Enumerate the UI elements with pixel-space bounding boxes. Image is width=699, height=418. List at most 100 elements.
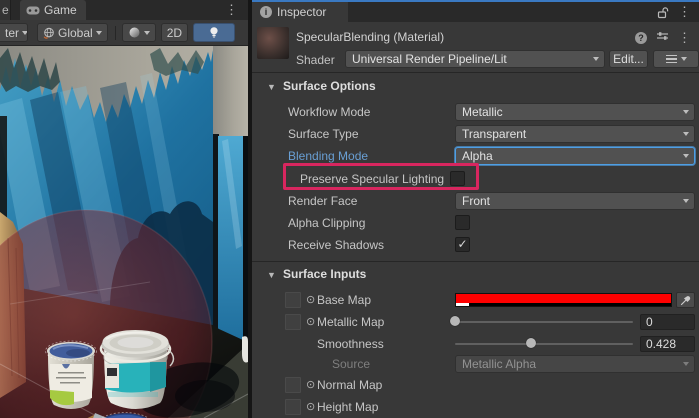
globe-icon — [43, 27, 55, 39]
help-icon[interactable]: ? — [635, 32, 647, 44]
game-viewport[interactable] — [0, 46, 248, 418]
slider-track — [455, 343, 633, 345]
surface-options-foldout[interactable]: ▼ — [267, 82, 276, 92]
shader-dropdown[interactable]: Universal Render Pipeline/Lit — [345, 50, 605, 68]
metallic-map-texture-slot[interactable] — [285, 314, 301, 330]
dropdown-caret-icon — [683, 199, 689, 203]
chevron-down-icon — [681, 57, 687, 61]
material-title: SpecularBlending (Material) — [296, 30, 444, 44]
gamepad-icon — [26, 6, 40, 15]
dropdown-caret-icon — [593, 57, 599, 61]
height-map-label: Height Map — [317, 397, 378, 417]
pivot-mode-label: ter — [5, 26, 19, 40]
tab-game-label: Game — [44, 3, 77, 17]
height-map-texture-slot[interactable] — [285, 399, 301, 415]
preserve-specular-checkbox[interactable] — [450, 171, 465, 186]
pivot-mode-button[interactable]: ter — [0, 23, 28, 42]
metallic-slider[interactable] — [455, 312, 633, 332]
texture-picker-icon[interactable]: ⊙ — [306, 375, 315, 395]
smoothness-value-field[interactable]: 0.428 — [640, 336, 695, 352]
orientation-button[interactable]: Global — [37, 23, 108, 42]
surface-inputs-foldout[interactable]: ▼ — [267, 270, 276, 280]
lock-icon[interactable] — [656, 6, 669, 22]
slider-handle[interactable] — [526, 338, 536, 348]
workflow-mode-dropdown[interactable]: Metallic — [455, 103, 695, 121]
slider-track — [455, 321, 633, 323]
texture-picker-icon[interactable]: ⊙ — [306, 397, 315, 417]
source-label: Source — [332, 354, 370, 374]
toolbar-separator — [115, 26, 116, 40]
blending-mode-dropdown[interactable]: Alpha — [455, 147, 695, 165]
alpha-value-bar — [456, 303, 469, 306]
workflow-mode-label: Workflow Mode — [288, 102, 370, 122]
inspector-menu-icon[interactable]: ⋮ — [678, 5, 691, 18]
tab-game[interactable]: Game — [20, 0, 86, 20]
dropdown-caret-icon — [683, 110, 689, 114]
dropdown-caret-icon — [683, 132, 689, 136]
shading-mode-button[interactable] — [122, 23, 156, 42]
render-face-dropdown[interactable]: Front — [455, 192, 695, 210]
metallic-value-field[interactable]: 0 — [640, 314, 695, 330]
shader-edit-button[interactable]: Edit... — [609, 50, 648, 68]
eyedropper-icon — [680, 295, 691, 306]
info-icon: i — [260, 6, 272, 18]
chevron-down-icon — [22, 31, 28, 35]
chevron-down-icon — [96, 31, 102, 35]
dropdown-caret-icon — [683, 154, 689, 158]
alpha-clipping-label: Alpha Clipping — [288, 213, 365, 233]
list-icon — [666, 53, 677, 66]
surface-type-label: Surface Type — [288, 124, 359, 144]
texture-picker-icon[interactable]: ⊙ — [306, 290, 315, 310]
surface-options-header[interactable]: Surface Options — [283, 79, 376, 93]
alpha-clipping-checkbox[interactable] — [455, 215, 470, 230]
scene-render — [0, 46, 248, 418]
divider — [252, 72, 699, 73]
texture-picker-icon[interactable]: ⊙ — [306, 312, 315, 332]
game-panel-menu-icon[interactable]: ⋮ — [225, 3, 238, 16]
surface-type-value: Transparent — [462, 127, 526, 141]
base-map-color-swatch[interactable] — [455, 293, 672, 307]
divider — [252, 261, 699, 262]
slider-handle[interactable] — [450, 316, 460, 326]
material-menu-icon[interactable]: ⋮ — [678, 31, 691, 44]
game-view-tabbar: e Game ⋮ — [0, 0, 248, 20]
shaded-sphere-icon — [128, 26, 141, 39]
unity-editor-window: e Game ⋮ ter — [0, 0, 699, 418]
scene-lighting-toggle[interactable] — [193, 23, 235, 42]
surface-type-dropdown[interactable]: Transparent — [455, 125, 695, 143]
2d-label: 2D — [167, 26, 182, 40]
render-face-label: Render Face — [288, 191, 357, 211]
render-face-value: Front — [462, 194, 490, 208]
shader-list-button[interactable] — [653, 50, 699, 68]
2d-toggle-button[interactable]: 2D — [161, 23, 188, 42]
game-view-panel: e Game ⋮ ter — [0, 0, 248, 418]
shader-value: Universal Render Pipeline/Lit — [352, 52, 507, 66]
inspector-tabbar: i Inspector ⋮ — [252, 2, 699, 22]
shader-label: Shader — [296, 53, 335, 67]
source-value: Metallic Alpha — [462, 357, 536, 371]
chevron-down-icon — [144, 31, 150, 35]
source-dropdown: Metallic Alpha — [455, 355, 695, 373]
tab-inspector-label: Inspector — [277, 5, 326, 19]
receive-shadows-checkbox[interactable]: ✓ — [455, 237, 470, 252]
eyedropper-button[interactable] — [676, 292, 695, 308]
presets-icon[interactable] — [656, 30, 669, 45]
smoothness-slider[interactable] — [455, 334, 633, 354]
alpha-bar — [456, 303, 671, 306]
material-header: SpecularBlending (Material) ? ⋮ Shader U… — [252, 22, 699, 72]
material-preview-thumbnail[interactable] — [257, 27, 289, 59]
tab-inspector[interactable]: i Inspector — [252, 2, 348, 22]
partial-tab[interactable]: e — [0, 0, 11, 20]
preserve-specular-label: Preserve Specular Lighting — [300, 169, 444, 189]
base-map-texture-slot[interactable] — [285, 292, 301, 308]
surface-inputs-header[interactable]: Surface Inputs — [283, 267, 366, 281]
normal-map-texture-slot[interactable] — [285, 377, 301, 393]
scene-toolbar: ter Global — [0, 20, 248, 46]
blending-mode-value: Alpha — [462, 149, 493, 163]
metallic-map-label: Metallic Map — [317, 312, 384, 332]
inspector-panel: i Inspector ⋮ SpecularBlending (Material… — [252, 0, 699, 418]
blending-mode-label: Blending Mode — [288, 146, 368, 166]
workflow-mode-value: Metallic — [462, 105, 503, 119]
smoothness-label: Smoothness — [317, 334, 384, 354]
base-map-label: Base Map — [317, 290, 371, 310]
